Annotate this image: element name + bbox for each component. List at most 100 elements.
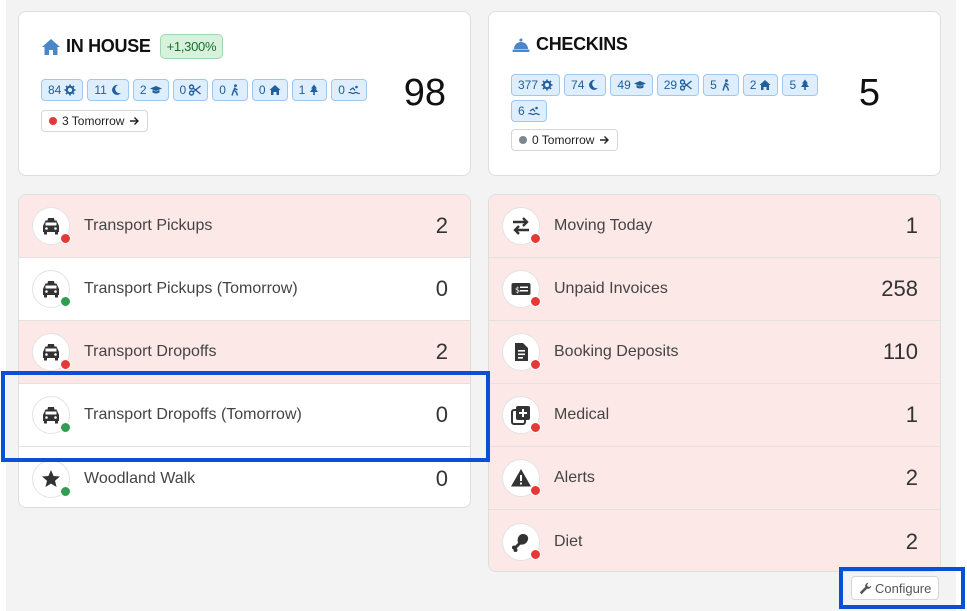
list-item-count: 0 [435, 465, 448, 491]
chip-scissors[interactable]: 29 [656, 74, 700, 96]
inhouse-change-badge: +1,300% [159, 34, 224, 59]
chip-swimmer[interactable]: 6 [511, 100, 547, 122]
status-dot [530, 296, 541, 307]
medical-plus-icon [511, 406, 530, 425]
list-item-label: Diet [554, 532, 583, 550]
scissors-icon [680, 79, 693, 91]
list-item-count: 1 [905, 213, 918, 238]
walking-person-icon [231, 84, 239, 96]
tree-icon [801, 79, 810, 90]
checkins-title-text: CHECKINS [536, 34, 628, 54]
money-bill-icon: $ [511, 283, 531, 295]
inhouse-tomorrow-label: 3 Tomorrow [62, 114, 125, 128]
chip-walking[interactable]: 0 [212, 79, 248, 101]
inhouse-tomorrow-button[interactable]: 3 Tomorrow [41, 110, 149, 132]
chip-scissors[interactable]: 0 [172, 79, 209, 101]
chip-home[interactable]: 2 [742, 74, 779, 96]
inhouse-title-text: IN HOUSE [66, 36, 151, 56]
list-item-label: Medical [554, 406, 610, 423]
scissors-icon [189, 84, 202, 96]
star-icon [42, 469, 60, 487]
inhouse-chips: 84 11 2 0 0 0 1 0 [41, 79, 367, 101]
list-item-count: 0 [435, 402, 448, 427]
checkins-chips: 377 74 49 29 5 2 5 6 [511, 74, 841, 122]
checkins-tomorrow-button[interactable]: 0 Tomorrow [511, 129, 619, 151]
configure-label: Configure [875, 580, 932, 596]
list-item-transport-pickups-tomorrow[interactable]: Transport Pickups (Tomorrow) 0 [19, 258, 470, 321]
moon-icon [111, 84, 121, 95]
list-item-transport-pickups[interactable]: Transport Pickups 2 [19, 195, 470, 258]
list-item-label: Moving Today [554, 217, 653, 234]
tree-icon [310, 84, 319, 95]
list-item-moving-today[interactable]: Moving Today 1 [489, 195, 940, 258]
list-item-label: Transport Dropoffs [84, 343, 217, 360]
list-item-count: 2 [435, 339, 448, 364]
drumstick-icon [512, 533, 529, 552]
checkins-count: 5 [858, 72, 880, 114]
wrench-icon [859, 582, 872, 594]
checkins-title: CHECKINS [511, 34, 628, 55]
inhouse-title: IN HOUSE +1,300% [41, 34, 224, 59]
chip-swimmer[interactable]: 0 [331, 79, 367, 101]
status-dot [60, 422, 71, 433]
list-item-booking-deposits[interactable]: Booking Deposits 110 [489, 321, 940, 384]
list-item-diet[interactable]: Diet 2 [489, 510, 940, 571]
inhouse-card[interactable]: IN HOUSE +1,300% 84 11 2 0 0 0 1 0 3 Tom… [18, 11, 471, 176]
status-dot [60, 359, 71, 370]
svg-text:$: $ [515, 286, 520, 295]
transport-list: Transport Pickups 2 Transport Pickups (T… [18, 194, 471, 508]
home-icon [269, 85, 281, 95]
checkins-card[interactable]: CHECKINS 377 74 49 29 5 2 5 6 0 Tomorrow… [488, 11, 941, 176]
status-dot [60, 485, 71, 497]
list-item-label: Transport Pickups (Tomorrow) [84, 280, 298, 297]
list-item-woodland-walk[interactable]: Woodland Walk 0 [19, 447, 470, 507]
list-item-count: 2 [905, 528, 918, 554]
list-item-count: 1 [905, 402, 918, 427]
gear-icon [64, 84, 76, 96]
list-item-count: 110 [882, 339, 918, 364]
chip-moon[interactable]: 11 [87, 79, 129, 101]
chip-moon[interactable]: 74 [564, 74, 607, 96]
chip-tree[interactable]: 1 [291, 79, 328, 101]
list-item-label: Transport Pickups [84, 217, 213, 234]
chip-gear[interactable]: 377 [511, 74, 561, 96]
list-item-count: 258 [881, 276, 918, 301]
graduation-cap-icon [149, 86, 162, 94]
status-dot [60, 296, 71, 307]
status-dot [530, 359, 541, 370]
walking-person-icon [722, 79, 729, 91]
taxi-icon [43, 218, 59, 235]
list-item-count: 2 [435, 213, 448, 238]
taxi-icon [43, 407, 59, 424]
arrow-right-icon [130, 117, 140, 125]
list-item-medical[interactable]: Medical 1 [489, 384, 940, 447]
swimmer-icon [348, 85, 360, 95]
red-dot-icon [49, 117, 57, 125]
status-dot [530, 548, 541, 560]
chip-graduation[interactable]: 49 [610, 74, 653, 96]
list-item-transport-dropoffs-tomorrow[interactable]: Transport Dropoffs (Tomorrow) 0 [19, 384, 470, 447]
list-item-label: Alerts [554, 469, 595, 486]
chip-home[interactable]: 0 [251, 79, 288, 101]
list-item-unpaid-invoices[interactable]: $ Unpaid Invoices 258 [489, 258, 940, 321]
status-dot [530, 422, 541, 433]
status-dot [530, 485, 541, 496]
chip-tree[interactable]: 5 [782, 74, 819, 96]
arrow-right-icon [600, 136, 610, 144]
configure-button[interactable]: Configure [851, 576, 940, 600]
home-icon [759, 80, 771, 90]
list-item-label: Unpaid Invoices [554, 280, 668, 297]
list-item-transport-dropoffs[interactable]: Transport Dropoffs 2 [19, 321, 470, 384]
inhouse-count: 98 [403, 72, 446, 114]
list-item-label: Booking Deposits [554, 343, 679, 360]
chip-graduation[interactable]: 2 [132, 79, 169, 101]
list-item-alerts[interactable]: Alerts 2 [489, 447, 940, 510]
chip-gear[interactable]: 84 [41, 79, 84, 101]
chip-walking[interactable]: 5 [703, 74, 739, 96]
alerts-list: Moving Today 1 $ Unpaid Invoices 258 Boo… [488, 194, 941, 572]
graduation-cap-icon [633, 81, 646, 89]
taxi-icon [43, 281, 59, 298]
grey-dot-icon [519, 136, 527, 144]
gear-icon [541, 79, 553, 91]
checkins-tomorrow-label: 0 Tomorrow [532, 133, 595, 147]
